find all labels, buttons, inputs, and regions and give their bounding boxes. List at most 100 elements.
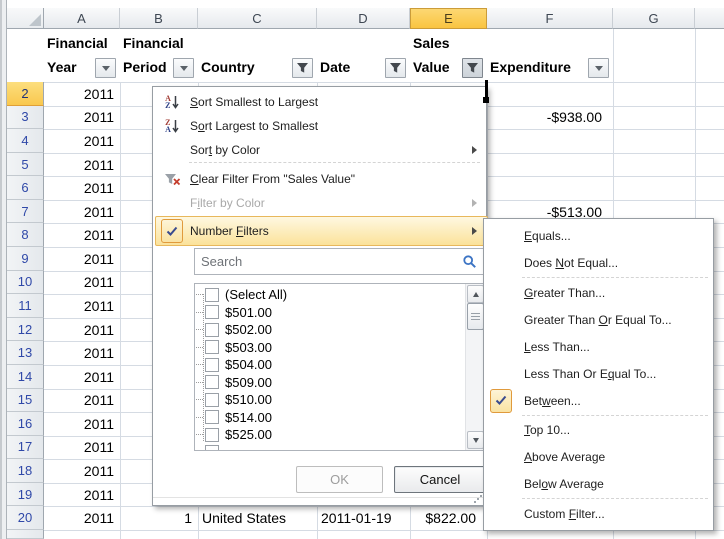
list-scrollbar[interactable] <box>465 284 483 450</box>
cell-A10[interactable]: 2011 <box>44 271 119 295</box>
fill-handle[interactable] <box>483 97 489 103</box>
submenu-item-above-average[interactable]: Above Average <box>486 443 713 470</box>
list-item[interactable]: $501.00 <box>195 304 466 322</box>
row-header-20[interactable]: 20 <box>7 506 44 530</box>
cell-A4[interactable]: 2011 <box>44 129 119 153</box>
menu-item-filter-by-color[interactable]: Filter by Color <box>155 190 488 216</box>
cell-A12[interactable]: 2011 <box>44 318 119 342</box>
row-header-8[interactable]: 8 <box>7 223 44 247</box>
menu-item-sort-smallest-to-largest[interactable]: AZSort Smallest to Largest <box>155 89 488 115</box>
filter-button-c[interactable] <box>292 58 313 78</box>
list-item[interactable]: $525.00 <box>195 426 466 444</box>
row-header-3[interactable]: 3 <box>7 106 44 130</box>
header-cell-e[interactable]: SalesValue <box>410 29 487 82</box>
row-header-16[interactable]: 16 <box>7 412 44 436</box>
row-header-12[interactable]: 12 <box>7 318 44 342</box>
list-item[interactable]: (Select All) <box>195 286 466 304</box>
scroll-down-button[interactable] <box>467 431 484 449</box>
ok-button[interactable]: OK <box>296 466 383 493</box>
value-checkbox[interactable] <box>205 445 219 450</box>
submenu-item-custom-filter[interactable]: Custom Filter... <box>486 500 713 527</box>
cell-A16[interactable]: 2011 <box>44 412 119 436</box>
cell-A7[interactable]: 2011 <box>44 200 119 224</box>
resize-grip[interactable] <box>474 494 483 503</box>
value-checkbox[interactable] <box>205 288 219 302</box>
column-header-f[interactable]: F <box>487 8 613 29</box>
menu-item-sort-largest-to-smallest[interactable]: ZASort Largest to Smallest <box>155 113 488 139</box>
filter-button-e[interactable] <box>462 58 483 78</box>
cell-E20[interactable]: $822.00 <box>410 506 486 530</box>
cell-A17[interactable]: 2011 <box>44 436 119 460</box>
search-icon[interactable] <box>463 255 476 268</box>
value-checkbox[interactable] <box>205 305 219 319</box>
header-cell-c[interactable]: Country <box>198 29 317 82</box>
menu-item-clear-filter[interactable]: Clear Filter From "Sales Value" <box>155 166 488 192</box>
row-header-4[interactable]: 4 <box>7 129 44 153</box>
filter-button-b[interactable] <box>173 58 194 78</box>
column-header-d[interactable]: D <box>317 8 410 29</box>
column-header-a[interactable]: A <box>44 8 120 29</box>
select-all-corner[interactable] <box>7 8 44 29</box>
submenu-item-below-average[interactable]: Below Average <box>486 470 713 497</box>
row-header-9[interactable]: 9 <box>7 247 44 271</box>
header-cell-b[interactable]: FinancialPeriod <box>120 29 198 82</box>
cell-A6[interactable]: 2011 <box>44 176 119 200</box>
row-header-11[interactable]: 11 <box>7 294 44 318</box>
submenu-item-greater-than[interactable]: Greater Than... <box>486 279 713 306</box>
list-item[interactable]: $504.00 <box>195 356 466 374</box>
value-checkbox[interactable] <box>205 393 219 407</box>
row-header-17[interactable]: 17 <box>7 436 44 460</box>
row-header-7[interactable]: 7 <box>7 200 44 224</box>
cell-A20[interactable]: 2011 <box>44 506 119 530</box>
scrollbar-thumb[interactable] <box>467 303 484 330</box>
row-header-10[interactable]: 10 <box>7 271 44 295</box>
cell-A9[interactable]: 2011 <box>44 247 119 271</box>
cell-B20[interactable]: 1 <box>120 506 197 530</box>
cell-F3[interactable]: -$938.00 <box>487 106 612 130</box>
header-cell-f[interactable]: Expenditure <box>487 29 613 82</box>
row-header-5[interactable]: 5 <box>7 153 44 177</box>
list-item[interactable]: $509.00 <box>195 374 466 392</box>
row-header-partial[interactable] <box>7 530 44 539</box>
cell-D20[interactable]: 2011-01-19 <box>317 506 409 530</box>
header-cell-d[interactable]: Date <box>317 29 410 82</box>
cell-A19[interactable]: 2011 <box>44 483 119 507</box>
cell-A15[interactable]: 2011 <box>44 389 119 413</box>
column-header-partial[interactable] <box>695 8 724 29</box>
list-item[interactable] <box>195 444 466 451</box>
submenu-item-top-10[interactable]: Top 10... <box>486 416 713 443</box>
submenu-item-equals[interactable]: Equals... <box>486 222 713 249</box>
column-header-b[interactable]: B <box>120 8 198 29</box>
column-header-c[interactable]: C <box>198 8 317 29</box>
scroll-up-button[interactable] <box>467 285 484 303</box>
list-item[interactable]: $514.00 <box>195 409 466 427</box>
submenu-item-does-not-equal[interactable]: Does Not Equal... <box>486 249 713 276</box>
row-header-13[interactable]: 13 <box>7 341 44 365</box>
value-checkbox[interactable] <box>205 428 219 442</box>
row-header-14[interactable]: 14 <box>7 365 44 389</box>
value-checkbox[interactable] <box>205 358 219 372</box>
submenu-item-greater-than-or-equal-to[interactable]: Greater Than Or Equal To... <box>486 306 713 333</box>
row-header-6[interactable]: 6 <box>7 176 44 200</box>
value-checkbox[interactable] <box>205 340 219 354</box>
submenu-item-less-than[interactable]: Less Than... <box>486 333 713 360</box>
cell-A14[interactable]: 2011 <box>44 365 119 389</box>
row-header-18[interactable]: 18 <box>7 459 44 483</box>
column-header-e[interactable]: E <box>410 8 487 29</box>
menu-item-sort-by-color[interactable]: Sort by Color <box>155 137 488 163</box>
row-header-2[interactable]: 2 <box>7 82 44 106</box>
cell-A13[interactable]: 2011 <box>44 341 119 365</box>
list-item[interactable]: $502.00 <box>195 321 466 339</box>
list-item[interactable]: $510.00 <box>195 391 466 409</box>
submenu-item-between[interactable]: Between... <box>486 387 713 414</box>
value-checkbox[interactable] <box>205 375 219 389</box>
filter-button-a[interactable] <box>95 58 116 78</box>
cell-A2[interactable]: 2011 <box>44 82 119 106</box>
row-header-15[interactable]: 15 <box>7 389 44 413</box>
row-header-19[interactable]: 19 <box>7 483 44 507</box>
value-checkbox[interactable] <box>205 323 219 337</box>
cell-A18[interactable]: 2011 <box>44 459 119 483</box>
cell-A8[interactable]: 2011 <box>44 223 119 247</box>
value-checkbox[interactable] <box>205 410 219 424</box>
filter-button-d[interactable] <box>385 58 406 78</box>
